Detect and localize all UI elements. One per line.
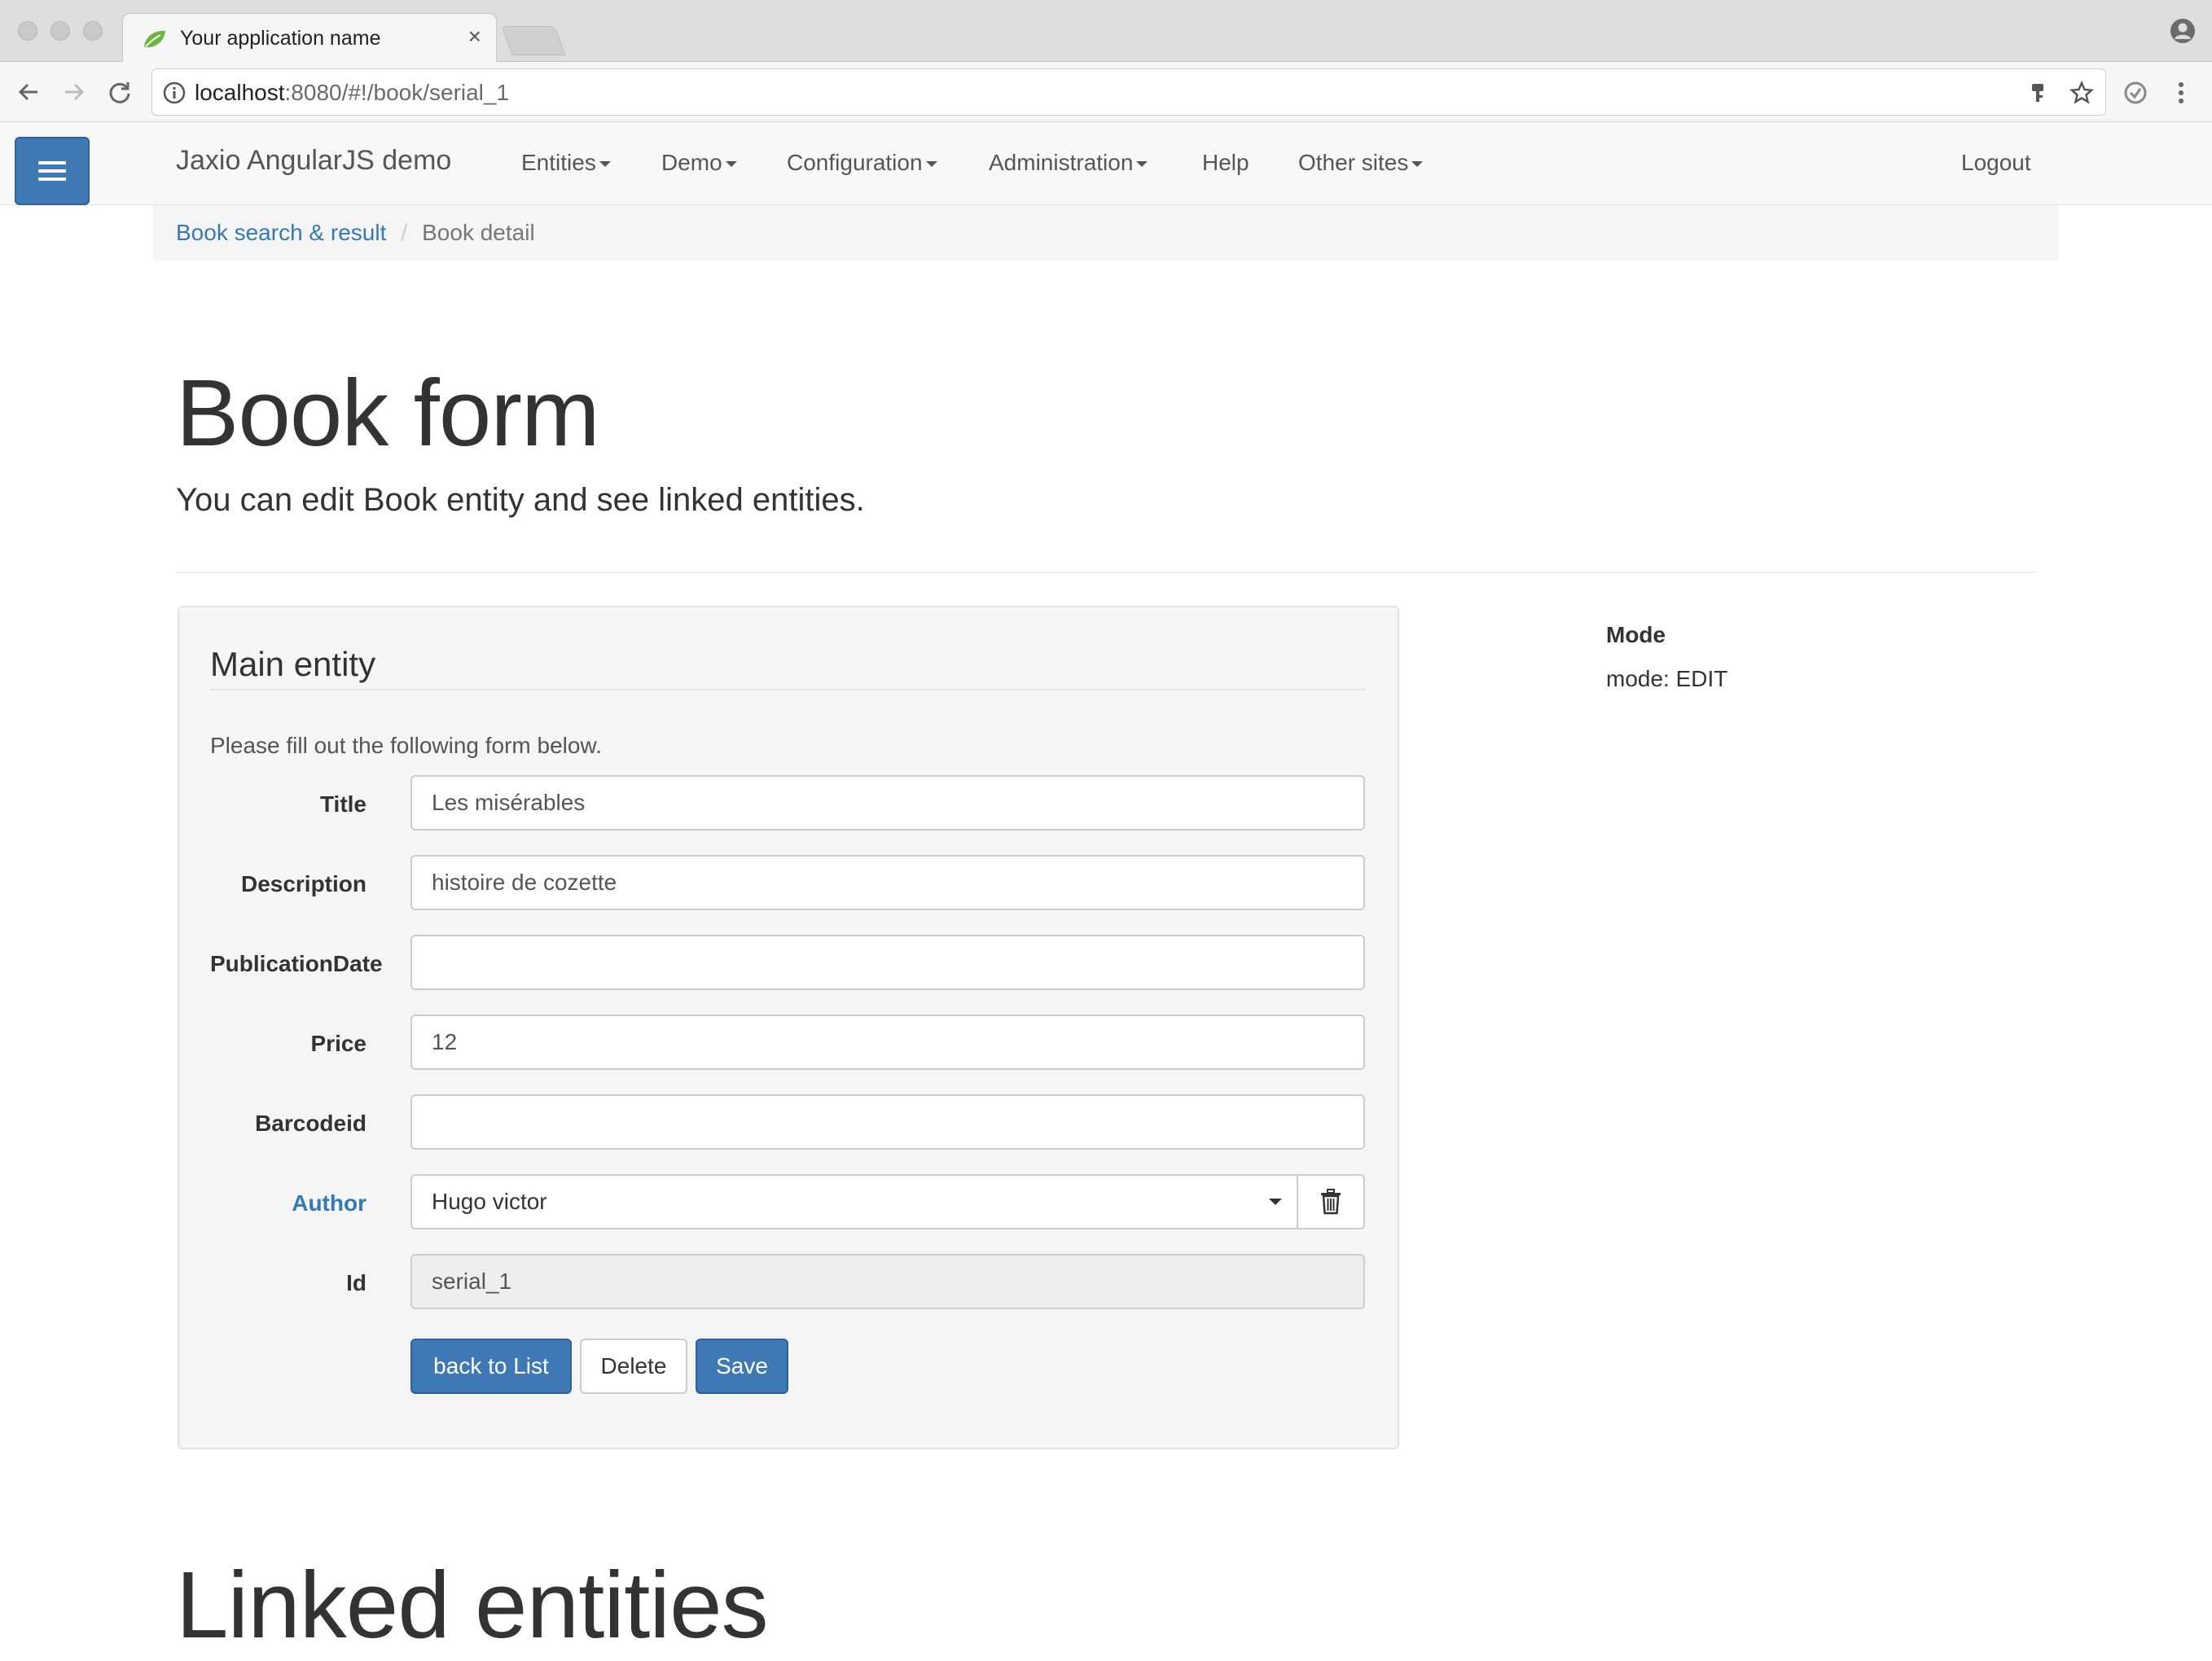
chevron-down-icon [1269, 1199, 1282, 1205]
url-host: localhost [195, 80, 285, 105]
header-divider [176, 572, 2036, 573]
navbar-brand[interactable]: Jaxio AngularJS demo [176, 145, 451, 177]
barcodeid-input[interactable] [410, 1094, 1365, 1150]
more-vertical-icon[interactable] [2168, 80, 2194, 106]
description-label: Description [240, 871, 366, 896]
publication-date-label: PublicationDate [210, 951, 383, 976]
description-input[interactable]: histoire de cozette [410, 855, 1365, 910]
info-icon[interactable] [162, 81, 187, 105]
back-to-list-button[interactable]: back to List [410, 1339, 572, 1394]
page-title: Book form [176, 360, 600, 466]
publication-date-input[interactable] [410, 935, 1365, 990]
breadcrumb: Book search & result / Book detail [153, 205, 2059, 261]
author-selected-value: Hugo victor [432, 1189, 547, 1214]
app-navbar: Jaxio AngularJS demo Entities Demo Confi… [0, 122, 2212, 205]
browser-toolbar: localhost:8080/#!/book/serial_1 [0, 62, 2212, 122]
main-entity-panel: Main entity Please fill out the followin… [178, 606, 1399, 1449]
price-label: Price [310, 1031, 367, 1056]
linked-entities-title: Linked entities [176, 1552, 769, 1658]
tab-close-icon[interactable]: × [468, 25, 481, 48]
mode-value: mode: EDIT [1606, 666, 1728, 691]
chevron-down-icon [1136, 161, 1148, 168]
logout-link[interactable]: Logout [1961, 150, 2031, 176]
chevron-down-icon [725, 161, 737, 168]
chevron-down-icon [599, 161, 611, 168]
form-legend: Main entity [210, 645, 376, 683]
key-icon[interactable] [2025, 81, 2050, 105]
title-input[interactable]: Les misérables [410, 775, 1365, 830]
forward-button[interactable] [59, 77, 90, 107]
form-help-text: Please fill out the following form below… [210, 733, 602, 758]
trash-icon [1321, 1189, 1341, 1215]
breadcrumb-link-book-search[interactable]: Book search & result [176, 220, 386, 245]
nav-item-configuration[interactable]: Configuration [787, 150, 937, 176]
price-input[interactable]: 12 [410, 1015, 1365, 1070]
chevron-down-icon [925, 161, 937, 168]
nav-item-administration[interactable]: Administration [989, 150, 1148, 176]
tab-title: Your application name [180, 27, 381, 50]
author-select[interactable]: Hugo victor [410, 1174, 1298, 1229]
browser-tabbar: Your application name × [0, 0, 2212, 63]
arrow-left-icon [18, 83, 37, 101]
nav-item-help[interactable]: Help [1202, 150, 1249, 176]
mode-title: Mode [1606, 622, 1666, 647]
profile-icon[interactable] [2170, 18, 2196, 44]
id-input: serial_1 [410, 1254, 1365, 1309]
nav-item-other-sites[interactable]: Other sites [1298, 150, 1424, 176]
author-link-label[interactable]: Author [179, 1190, 366, 1216]
hamburger-icon [38, 161, 66, 181]
delete-button[interactable]: Delete [580, 1339, 687, 1394]
reload-button[interactable] [104, 77, 135, 107]
chevron-down-icon [1411, 161, 1424, 168]
window-close-button[interactable] [18, 21, 37, 41]
legend-divider [210, 689, 1365, 690]
id-label: Id [346, 1270, 366, 1295]
url-text: localhost:8080/#!/book/serial_1 [195, 80, 509, 106]
address-bar[interactable]: localhost:8080/#!/book/serial_1 [151, 68, 2106, 116]
breadcrumb-active: Book detail [422, 220, 535, 245]
spring-leaf-icon [144, 30, 165, 48]
window-minimize-button[interactable] [50, 21, 70, 41]
extension-sync-icon[interactable] [2122, 80, 2148, 106]
new-tab-button[interactable] [501, 26, 566, 55]
barcodeid-label: Barcodeid [255, 1111, 366, 1136]
star-icon[interactable] [2069, 81, 2094, 105]
window-zoom-button[interactable] [83, 21, 103, 41]
reload-icon [109, 82, 130, 103]
menu-toggle-button[interactable] [15, 137, 90, 205]
browser-tab[interactable]: Your application name × [122, 13, 497, 63]
url-path: :8080/#!/book/serial_1 [284, 80, 510, 105]
page-subtitle: You can edit Book entity and see linked … [176, 482, 865, 518]
nav-item-entities[interactable]: Entities [521, 150, 611, 176]
back-button[interactable] [13, 77, 44, 107]
arrow-right-icon [65, 83, 85, 101]
save-button[interactable]: Save [696, 1339, 788, 1394]
nav-item-demo[interactable]: Demo [661, 150, 737, 176]
title-label: Title [319, 791, 366, 817]
breadcrumb-separator: / [401, 220, 408, 245]
clear-author-button[interactable] [1297, 1174, 1365, 1229]
